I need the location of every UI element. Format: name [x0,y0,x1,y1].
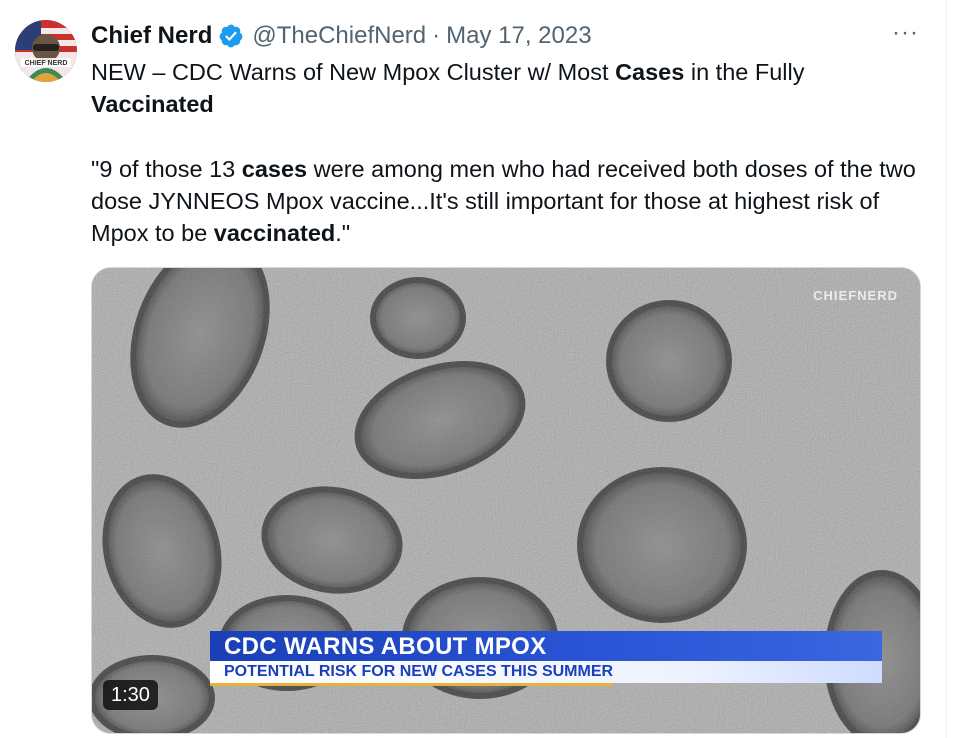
tweet-text-segment: "9 of those 13 [91,156,242,182]
tweet-bold-vaccinated: Vaccinated [91,91,214,117]
lower-third-stripe [210,683,614,686]
tweet-date[interactable]: May 17, 2023 [446,22,591,50]
tweet-bold-vaccinated: vaccinated [213,220,336,246]
avatar-image: CHIEF NERD [15,20,77,82]
avatar[interactable]: CHIEF NERD [15,20,77,82]
tweet-text-segment: ." [335,220,351,246]
more-options-icon[interactable]: ··· [892,21,922,46]
video-duration: 1:30 [103,680,158,710]
timeline-border [946,0,947,738]
news-headline: CDC WARNS ABOUT MPOX [210,631,882,661]
tweet-header: Chief Nerd @TheChiefNerd · May 17, 2023 [91,20,592,52]
avatar-text: CHIEF NERD [25,60,68,67]
tweet-bold-cases: Cases [615,59,685,85]
author-handle[interactable]: @TheChiefNerd [252,22,426,50]
video-watermark: CHIEFNERD [813,288,898,303]
news-lower-third: CDC WARNS ABOUT MPOX POTENTIAL RISK FOR … [210,631,882,686]
tweet-bold-cases: cases [241,156,308,182]
author-name[interactable]: Chief Nerd [91,22,212,50]
tweet-text-segment: NEW – CDC Warns of New Mpox Cluster w/ M… [91,59,616,85]
tweet-text: NEW – CDC Warns of New Mpox Cluster w/ M… [91,56,921,249]
separator-dot: · [432,22,441,49]
tweet-line-2: Vaccinated [91,88,921,120]
video-player[interactable]: CHIEFNERD CDC WARNS ABOUT MPOX POTENTIAL… [91,267,921,734]
tweet-text-segment: in the Fully [684,59,805,85]
news-subheadline: POTENTIAL RISK FOR NEW CASES THIS SUMMER [210,661,882,683]
verified-badge-icon [219,24,243,48]
tweet-line-1: NEW – CDC Warns of New Mpox Cluster w/ M… [91,56,921,88]
tweet-quote: "9 of those 13 cases were among men who … [91,153,921,249]
